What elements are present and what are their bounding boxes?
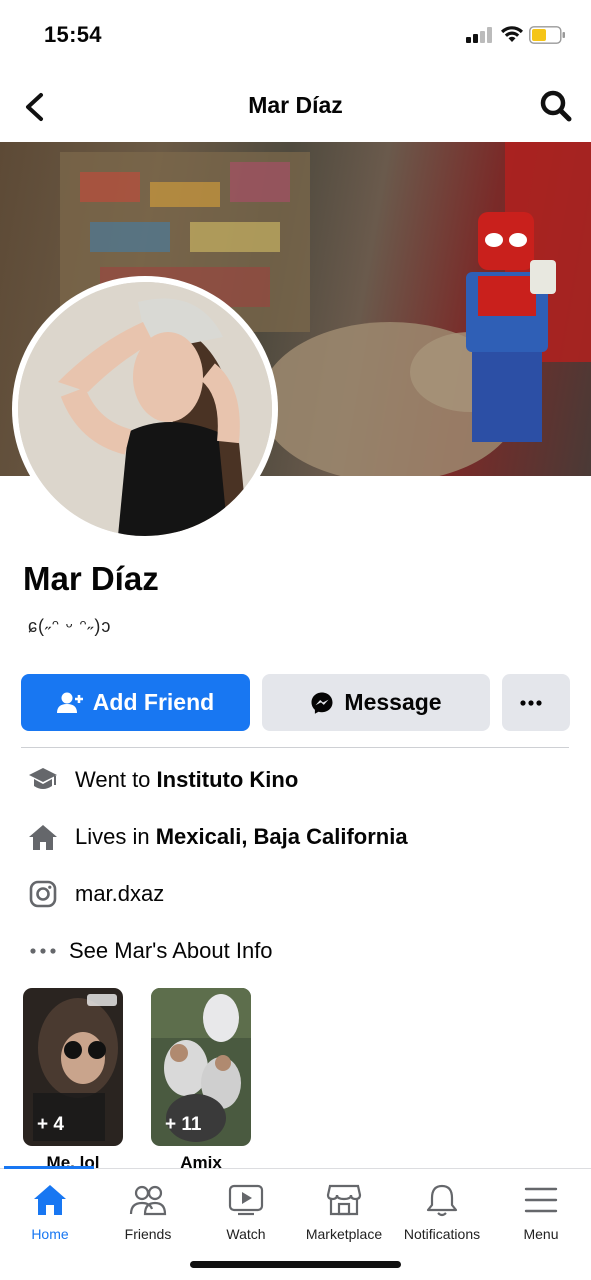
education-row: Went to Instituto Kino bbox=[26, 762, 298, 798]
home-indicator[interactable] bbox=[190, 1261, 401, 1268]
location-value[interactable]: Mexicali, Baja California bbox=[156, 824, 408, 850]
instagram-handle: mar.dxaz bbox=[75, 881, 165, 906]
highlight-amix[interactable]: + 11 bbox=[151, 988, 251, 1146]
messenger-icon bbox=[311, 692, 333, 714]
about-info-label: See Mar's About Info bbox=[69, 938, 273, 963]
active-tab-indicator bbox=[4, 1166, 94, 1169]
message-button[interactable]: Message bbox=[262, 674, 490, 731]
signal-icon bbox=[466, 27, 492, 43]
home-icon bbox=[34, 1185, 66, 1215]
nav-bar: Mar Díaz bbox=[0, 70, 591, 142]
tab-label: Marketplace bbox=[305, 1226, 383, 1242]
highlight-me-lol[interactable]: + 4 bbox=[23, 988, 123, 1146]
add-friend-label: Add Friend bbox=[92, 689, 215, 715]
highlight-count: + 4 bbox=[37, 1114, 64, 1135]
add-friend-icon bbox=[56, 692, 83, 713]
tab-menu[interactable]: Menu bbox=[491, 1180, 591, 1250]
more-dots-icon bbox=[26, 934, 60, 968]
avatar[interactable] bbox=[18, 282, 272, 536]
tab-label: Menu bbox=[523, 1226, 559, 1242]
tab-home[interactable]: Home bbox=[0, 1180, 100, 1250]
page-title: Mar Díaz bbox=[248, 92, 343, 118]
tab-label: Home bbox=[31, 1226, 69, 1242]
avatar-image bbox=[18, 282, 272, 536]
battery-icon bbox=[529, 26, 565, 44]
tab-marketplace[interactable]: Marketplace bbox=[294, 1180, 394, 1250]
more-icon bbox=[520, 699, 542, 706]
marketplace-icon bbox=[326, 1184, 362, 1216]
instagram-row[interactable]: mar.dxaz bbox=[26, 876, 164, 912]
friends-icon bbox=[129, 1185, 167, 1216]
bell-icon bbox=[426, 1184, 458, 1217]
tab-notifications[interactable]: Notifications bbox=[392, 1180, 492, 1250]
profile-name: Mar Díaz bbox=[23, 560, 159, 597]
more-options-button[interactable] bbox=[502, 674, 570, 731]
tab-label: Friends bbox=[124, 1226, 172, 1242]
status-bar: 15:54 bbox=[0, 0, 591, 70]
profile-bio: ɕ(˶ᵔ ᵕ ᵔ˶)ɔ bbox=[28, 616, 112, 636]
status-time: 15:54 bbox=[44, 22, 102, 47]
tab-friends[interactable]: Friends bbox=[98, 1180, 198, 1250]
watch-icon bbox=[228, 1184, 264, 1216]
wifi-icon bbox=[501, 26, 523, 42]
home-location-icon bbox=[26, 820, 60, 854]
tab-label: Watch bbox=[226, 1226, 266, 1242]
location-prefix: Lives in bbox=[75, 824, 156, 849]
add-friend-button[interactable]: Add Friend bbox=[21, 674, 250, 731]
highlight-count: + 11 bbox=[165, 1114, 202, 1135]
menu-icon bbox=[524, 1187, 558, 1213]
instagram-icon bbox=[26, 877, 60, 911]
message-label: Message bbox=[344, 689, 442, 715]
tab-watch[interactable]: Watch bbox=[196, 1180, 296, 1250]
education-value[interactable]: Instituto Kino bbox=[157, 767, 299, 793]
location-row: Lives in Mexicali, Baja California bbox=[26, 819, 408, 855]
graduation-cap-icon bbox=[26, 763, 60, 797]
divider bbox=[21, 747, 569, 748]
search-icon[interactable] bbox=[538, 88, 574, 124]
education-prefix: Went to bbox=[75, 767, 157, 792]
tab-label: Notifications bbox=[403, 1226, 481, 1242]
about-info-link[interactable]: See Mar's About Info bbox=[26, 933, 273, 969]
